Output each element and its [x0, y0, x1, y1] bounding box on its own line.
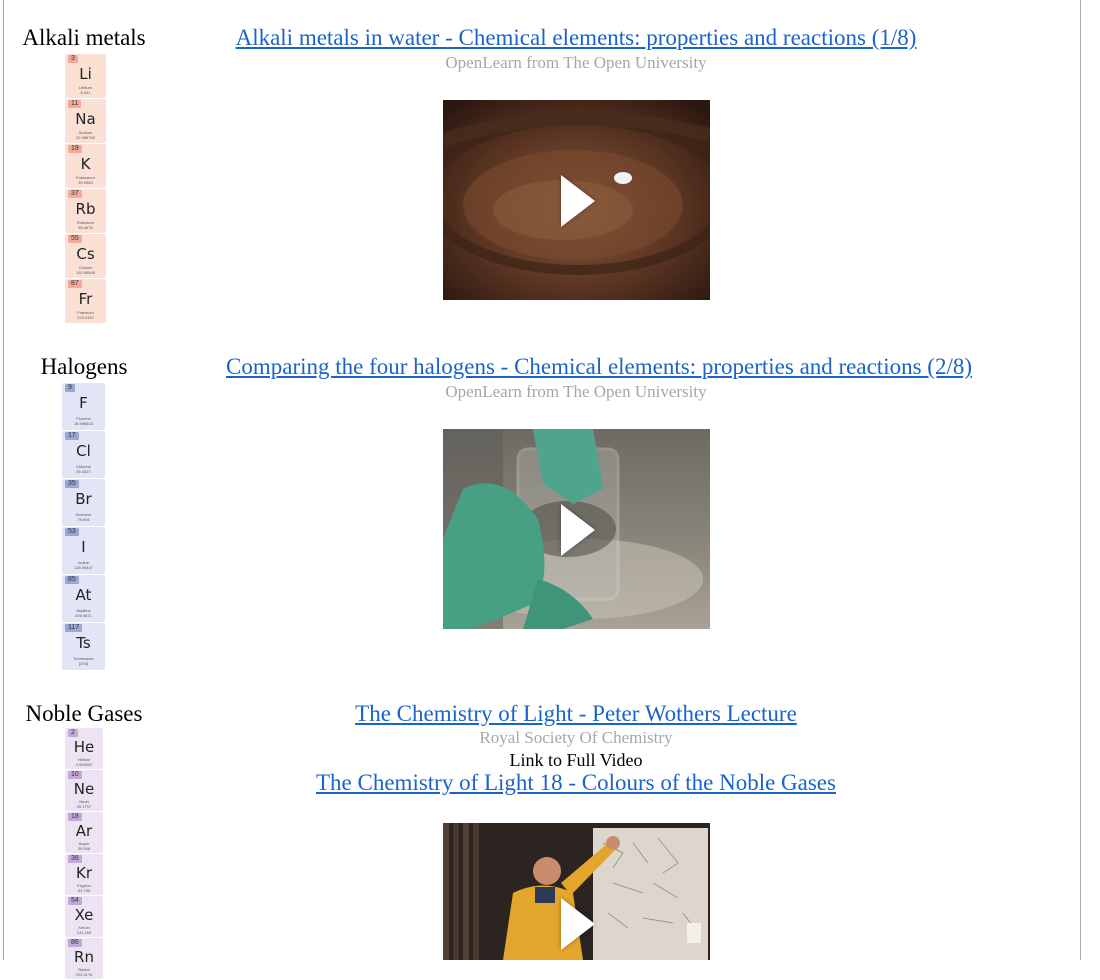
- element-tile: 19 K Potassium 39.0983: [65, 144, 106, 188]
- element-symbol: Cl: [76, 442, 91, 460]
- atomic-mass: 132.90545: [76, 270, 95, 275]
- atomic-number: 19: [68, 145, 82, 153]
- element-tile: 54 Xe Xenon 131.293: [65, 896, 103, 937]
- atomic-number: 86: [68, 939, 82, 947]
- element-tile: 37 Rb Rubidium 85.4678: [65, 189, 106, 233]
- element-tile: 87 Fr Francium 223.0197: [65, 279, 106, 323]
- atomic-number: 55: [68, 235, 82, 243]
- element-symbol: Ts: [76, 634, 91, 652]
- element-symbol: K: [80, 155, 91, 173]
- atomic-mass: 18.998403: [74, 421, 93, 426]
- element-symbol: He: [73, 738, 95, 756]
- element-symbol: Li: [79, 65, 92, 83]
- video-player[interactable]: [443, 100, 710, 300]
- sub-video-title-link[interactable]: The Chemistry of Light 18 - Colours of t…: [226, 769, 926, 797]
- element-tile: 10 Ne Neon 20.1797: [65, 770, 103, 811]
- element-tiles: 3 Li Lithium 6.941 11 Na Sodium 22.989769 19 K Pot…: [65, 54, 106, 324]
- element-symbol: Xe: [74, 906, 94, 924]
- atomic-number: 87: [68, 280, 82, 288]
- atomic-mass: 131.293: [76, 930, 92, 935]
- atomic-number: 37: [68, 190, 82, 198]
- element-tile: 2 He Helium 4.002602: [65, 728, 103, 769]
- video-source: OpenLearn from The Open University: [445, 53, 707, 72]
- atomic-number: 117: [65, 624, 83, 632]
- element-symbol: Br: [75, 490, 92, 508]
- element-symbol: Rn: [74, 948, 94, 966]
- element-tile: 36 Kr Krypton 83.798: [65, 854, 103, 895]
- full-video-label: Link to Full Video: [509, 750, 643, 770]
- atomic-number: 10: [68, 771, 82, 779]
- atomic-mass: 6.941: [80, 90, 91, 95]
- atomic-mass: 83.798: [77, 888, 91, 893]
- element-tile: 55 Cs Cesium 132.90545: [65, 234, 106, 278]
- atomic-number: 9: [65, 384, 75, 392]
- atomic-mass: 79.904: [77, 517, 90, 522]
- element-symbol: F: [79, 394, 88, 412]
- group-title: Halogens: [40, 354, 128, 379]
- element-symbol: Fr: [78, 290, 93, 308]
- element-symbol: At: [75, 586, 92, 604]
- element-tiles: 2 He Helium 4.002602 10 Ne Neon 20.1797 18 Ar Argo…: [65, 728, 103, 980]
- atomic-mass: 20.1797: [76, 804, 92, 809]
- atomic-number: 2: [68, 729, 78, 737]
- atomic-mass: 39.948: [77, 846, 91, 851]
- atomic-number: 36: [68, 855, 82, 863]
- video-title-link[interactable]: The Chemistry of Light - Peter Wothers L…: [226, 700, 926, 728]
- atomic-mass: 22.989769: [76, 135, 95, 140]
- atomic-mass: 85.4678: [78, 225, 93, 230]
- atomic-number: 35: [65, 480, 79, 488]
- element-symbol: Kr: [75, 864, 92, 882]
- element-tile: 86 Rn Radon 222.0176: [65, 938, 103, 979]
- video-source: OpenLearn from The Open University: [445, 382, 707, 401]
- video-source: Royal Society Of Chemistry: [479, 728, 673, 747]
- atomic-number: 3: [68, 55, 78, 63]
- atomic-mass: 4.002602: [75, 762, 93, 767]
- atomic-mass: 223.0197: [77, 315, 94, 320]
- video-player[interactable]: [443, 429, 710, 629]
- element-tiles: 9 F Fluorine 18.998403 17 Cl Chlorine 35.4527 35…: [62, 383, 105, 671]
- element-symbol: Rb: [75, 200, 96, 218]
- atomic-mass: 209.9871: [75, 613, 92, 618]
- element-symbol: Ar: [75, 822, 93, 840]
- element-symbol: Ne: [73, 780, 95, 798]
- group-title: Noble Gases: [25, 701, 143, 726]
- video-player[interactable]: [443, 823, 710, 960]
- group-title: Alkali metals: [22, 25, 146, 50]
- atomic-number: 85: [65, 576, 79, 584]
- element-tile: 9 F Fluorine 18.998403: [62, 383, 105, 430]
- atomic-number: 18: [68, 813, 82, 821]
- element-symbol: I: [81, 538, 86, 556]
- element-tile: 18 Ar Argon 39.948: [65, 812, 103, 853]
- element-tile: 17 Cl Chlorine 35.4527: [62, 431, 105, 478]
- atomic-mass: 35.4527: [76, 469, 91, 474]
- atomic-mass: [294]: [79, 661, 88, 666]
- element-tile: 117 Ts Tennessine [294]: [62, 623, 105, 670]
- play-icon[interactable]: [561, 504, 595, 556]
- atomic-number: 17: [65, 432, 79, 440]
- play-icon[interactable]: [561, 898, 595, 950]
- video-title-link[interactable]: Alkali metals in water - Chemical elemen…: [226, 24, 926, 52]
- element-tile: 11 Na Sodium 22.989769: [65, 99, 106, 143]
- element-tile: 85 At Astatine 209.9871: [62, 575, 105, 622]
- atomic-number: 54: [68, 897, 82, 905]
- video-title-link[interactable]: Comparing the four halogens - Chemical e…: [226, 353, 972, 381]
- element-tile: 35 Br Bromine 79.904: [62, 479, 105, 526]
- atomic-mass: 39.0983: [78, 180, 93, 185]
- element-tile: 53 I Iodine 126.90447: [62, 527, 105, 574]
- atomic-mass: 222.0176: [75, 972, 93, 977]
- element-tile: 3 Li Lithium 6.941: [65, 54, 106, 98]
- atomic-mass: 126.90447: [74, 565, 93, 570]
- element-symbol: Cs: [76, 245, 95, 263]
- atomic-number: 53: [65, 528, 79, 536]
- play-icon[interactable]: [561, 175, 595, 227]
- element-symbol: Na: [75, 110, 96, 128]
- atomic-number: 11: [68, 100, 82, 108]
